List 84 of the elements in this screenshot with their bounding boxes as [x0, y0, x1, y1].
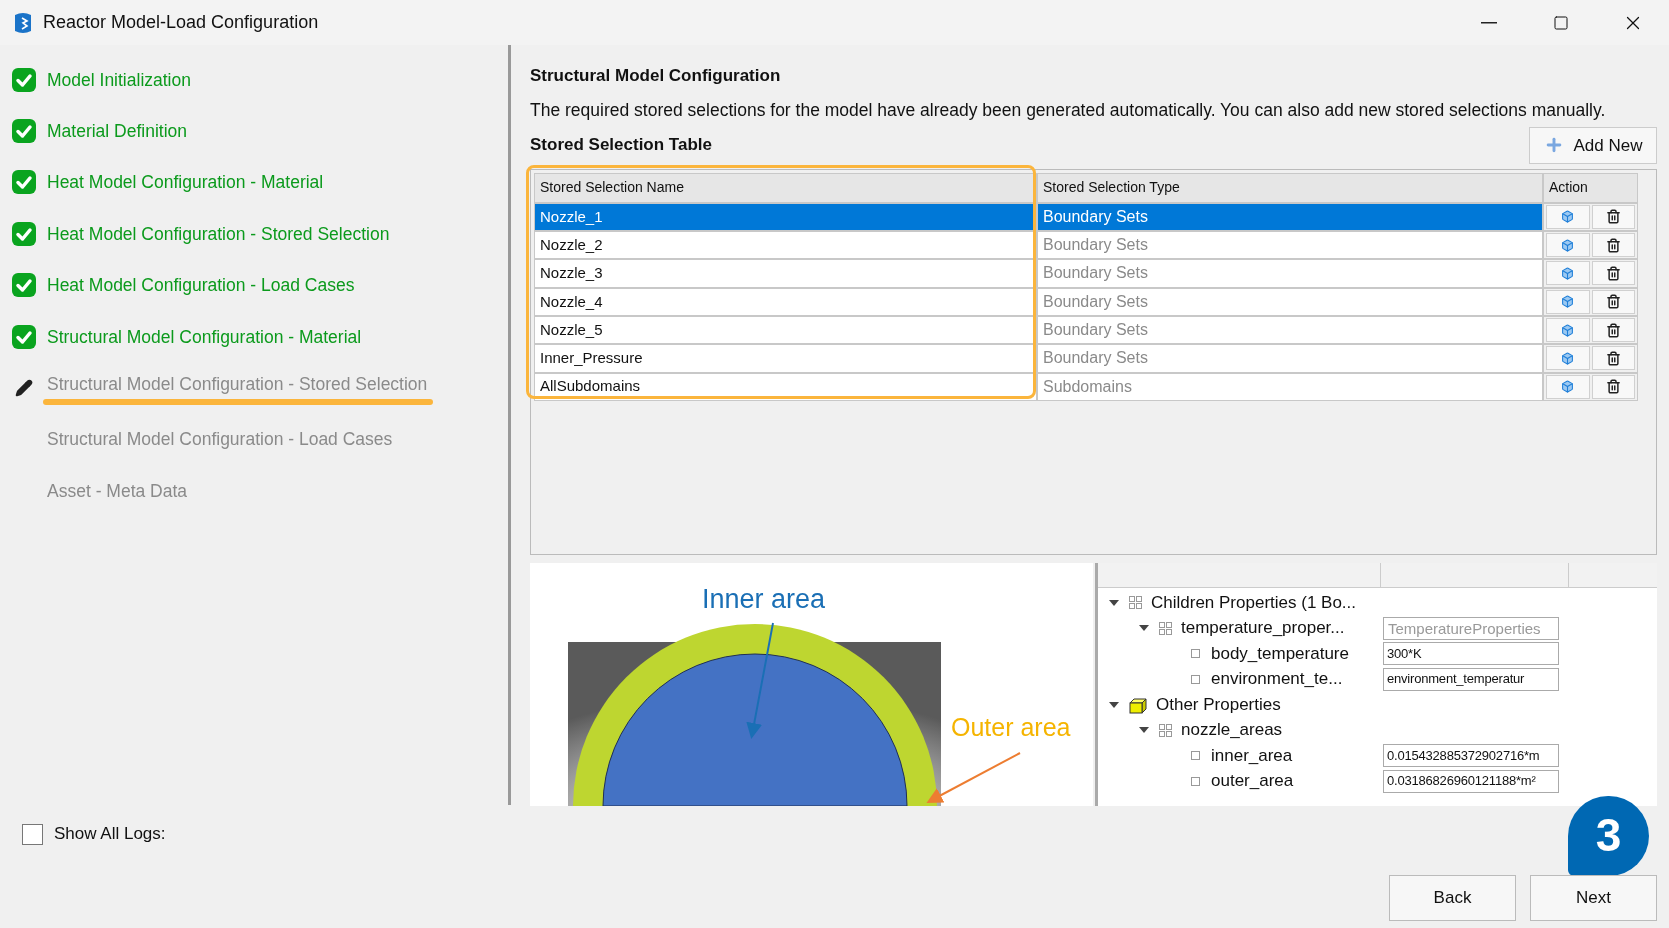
section-heading: Structural Model Configuration — [530, 65, 782, 87]
step-number-badge: 3 — [1568, 795, 1649, 876]
cube-icon — [1561, 238, 1575, 252]
expanded-caret-icon[interactable] — [1108, 700, 1120, 709]
table-cell: Boundary Sets — [1037, 344, 1543, 373]
property-value-field[interactable]: environment_temperatur — [1383, 667, 1559, 691]
table-cell[interactable]: Nozzle_1 — [534, 202, 1037, 232]
table-cell[interactable]: Nozzle_4 — [534, 287, 1037, 316]
trash-icon — [1605, 322, 1621, 338]
table-cell[interactable]: Nozzle_3 — [534, 259, 1037, 288]
delete-button[interactable] — [1591, 346, 1635, 371]
inner-area-label: Inner area — [702, 582, 826, 616]
check-icon — [11, 221, 36, 246]
property-value-field[interactable]: 300*K — [1383, 642, 1559, 665]
pencil-icon — [14, 379, 33, 398]
cube-icon — [1561, 351, 1575, 365]
property-value-field[interactable]: 0.015432885372902716*m — [1383, 744, 1559, 767]
table-cell[interactable]: Nozzle_5 — [534, 315, 1037, 345]
delete-button[interactable] — [1591, 261, 1635, 286]
property-name: Children Properties (1 Bo... — [1151, 591, 1357, 614]
check-icon — [11, 324, 36, 349]
add-new-button[interactable]: Add New — [1529, 126, 1657, 164]
property-name: outer_area — [1211, 770, 1294, 793]
trash-icon — [1605, 209, 1621, 225]
table-cell[interactable]: Nozzle_2 — [534, 231, 1037, 260]
cube-icon — [1561, 323, 1575, 337]
expanded-caret-icon[interactable] — [1138, 726, 1150, 734]
column-header[interactable]: Action — [1543, 172, 1638, 203]
trash-icon — [1605, 266, 1621, 281]
delete-button[interactable] — [1591, 204, 1635, 229]
check-icon — [11, 67, 36, 92]
check-icon — [11, 170, 36, 195]
trash-icon — [1605, 237, 1621, 253]
outer-area-label: Outer area — [951, 711, 1071, 743]
property-name: body_temperature — [1211, 642, 1349, 665]
grid-icon — [1158, 722, 1173, 738]
delete-button[interactable] — [1591, 233, 1635, 258]
table-cell[interactable]: Inner_Pressure — [534, 344, 1037, 373]
cube-icon — [1561, 267, 1575, 280]
grid-icon — [1158, 620, 1173, 636]
table-title: Stored Selection Table — [530, 134, 712, 157]
delete-button[interactable] — [1591, 374, 1635, 399]
maximize-icon — [1553, 14, 1569, 31]
trash-icon — [1605, 294, 1621, 310]
delete-button[interactable] — [1591, 289, 1635, 314]
property-value-field[interactable]: TemperatureProperties — [1383, 616, 1559, 640]
back-button[interactable]: Back — [1389, 875, 1516, 921]
property-name: inner_area — [1211, 744, 1293, 767]
check-icon — [11, 273, 36, 298]
property-name: nozzle_areas — [1181, 719, 1283, 742]
delete-button[interactable] — [1591, 318, 1635, 343]
table-cell: Boundary Sets — [1037, 259, 1543, 288]
cube-icon — [1128, 695, 1148, 714]
cube-icon — [1561, 295, 1575, 309]
table-cell: Boundary Sets — [1037, 231, 1543, 260]
minimize-icon — [1481, 21, 1497, 24]
column-header[interactable]: Stored Selection Type — [1037, 172, 1543, 203]
leaf-icon — [1191, 649, 1200, 658]
show-all-logs-checkbox[interactable] — [22, 823, 43, 845]
show-all-logs-label: Show All Logs: — [54, 823, 166, 846]
app-logo-icon — [13, 11, 33, 34]
section-description: The required stored selections for the model have already been generated automatically. You can also add new stored selections manually. — [530, 98, 1607, 122]
next-button[interactable]: Next — [1530, 875, 1657, 921]
expanded-caret-icon[interactable] — [1138, 624, 1150, 632]
property-name: temperature_proper... — [1181, 617, 1345, 640]
property-value-field[interactable]: 0.03186826960121188*m² — [1383, 769, 1559, 793]
property-name: environment_te... — [1211, 668, 1343, 691]
grid-icon — [1128, 595, 1143, 610]
table-cell: Boundary Sets — [1037, 287, 1543, 316]
table-cell: Boundary Sets — [1037, 202, 1543, 232]
check-icon — [11, 119, 36, 144]
leaf-icon — [1191, 751, 1200, 760]
property-name: Other Properties — [1156, 693, 1281, 716]
trash-icon — [1605, 379, 1621, 395]
trash-icon — [1605, 350, 1621, 366]
cube-icon — [1561, 380, 1575, 394]
leaf-icon — [1191, 776, 1200, 786]
window-title: Reactor Model-Load Configuration — [43, 11, 319, 34]
leaf-icon — [1191, 674, 1200, 684]
table-cell: Subdomains — [1037, 372, 1543, 401]
cube-icon — [1561, 210, 1575, 224]
expanded-caret-icon[interactable] — [1108, 598, 1120, 607]
column-header[interactable]: Stored Selection Name — [534, 172, 1037, 203]
table-cell: Boundary Sets — [1037, 315, 1543, 345]
